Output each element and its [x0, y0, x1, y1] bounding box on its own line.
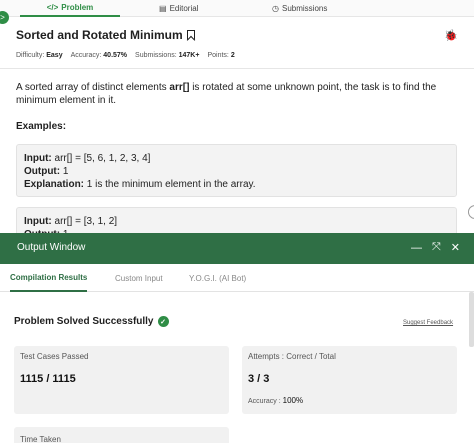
tab-problem-label: Problem	[61, 3, 94, 12]
header-divider	[0, 68, 474, 69]
difficulty-label: Difficulty:	[16, 52, 45, 59]
test-cases-value: 1115 / 1115	[20, 373, 76, 385]
problem-tabs: </> Problem ▤ Editorial ◷ Submissions	[0, 0, 474, 17]
side-toggle-button[interactable]	[468, 205, 474, 219]
accuracy-value: 40.57%	[103, 52, 128, 59]
desc-arr: arr[]	[169, 82, 190, 93]
status-text: Problem Solved Successfully	[14, 316, 154, 327]
points: Points: 2	[207, 52, 234, 59]
minimize-icon[interactable]: —	[411, 242, 422, 254]
code-icon: </>	[46, 3, 59, 12]
attempts-label: Attempts : Correct / Total	[248, 352, 336, 361]
attempts-value: 3 / 3	[248, 373, 270, 385]
problem-title-wrap: Sorted and Rotated Minimum	[16, 28, 195, 42]
document-icon: ▤	[159, 4, 167, 13]
points-label: Points:	[207, 52, 229, 59]
time-taken-label: Time Taken	[20, 435, 61, 443]
input-label: Input:	[24, 153, 52, 164]
suggest-feedback-link[interactable]: Suggest Feedback	[403, 320, 453, 326]
problem-title: Sorted and Rotated Minimum	[16, 28, 183, 42]
accuracy-value: 100%	[282, 396, 304, 405]
example-1: Input: arr[] = [5, 6, 1, 2, 3, 4] Output…	[16, 144, 457, 197]
difficulty-value: Easy	[46, 52, 63, 59]
output-label: Output:	[24, 166, 61, 177]
desc-text-1: A sorted array of distinct elements	[16, 82, 170, 93]
accuracy-row: Accuracy : 100%	[248, 396, 303, 405]
explanation-label: Explanation:	[24, 179, 85, 190]
submissions-label: Submissions:	[135, 52, 177, 59]
output-value: 1	[60, 166, 69, 177]
example-2-input: Input: arr[] = [3, 1, 2]	[24, 215, 449, 228]
input-value: arr[] = [5, 6, 1, 2, 3, 4]	[51, 153, 151, 164]
input-value: arr[] = [3, 1, 2]	[51, 216, 118, 227]
clock-icon: ◷	[272, 4, 279, 13]
tab-problem[interactable]: </> Problem	[20, 0, 120, 17]
tab-custom-input[interactable]: Custom Input	[115, 264, 163, 292]
example-1-explanation: Explanation: 1 is the minimum element in…	[24, 178, 449, 191]
tab-editorial[interactable]: ▤ Editorial	[159, 0, 198, 17]
problem-description: A sorted array of distinct elements arr[…	[16, 81, 462, 107]
close-icon[interactable]: ✕	[451, 241, 460, 254]
difficulty: Difficulty: Easy	[16, 52, 63, 59]
bookmark-icon[interactable]	[186, 30, 195, 40]
tab-submissions-label: Submissions	[281, 4, 328, 13]
output-window-title: Output Window	[17, 242, 86, 253]
accuracy: Accuracy: 40.57%	[71, 52, 127, 59]
output-window-header: Output Window — ⤧ ✕	[0, 233, 474, 264]
window-controls: — ⤧ ✕	[411, 241, 460, 254]
problem-header: Sorted and Rotated Minimum 🐞	[16, 28, 458, 42]
check-circle-icon: ✓	[157, 316, 169, 327]
points-value: 2	[230, 52, 235, 59]
explanation-value: 1 is the minimum element in the array.	[84, 179, 256, 190]
problem-meta: Difficulty: Easy Accuracy: 40.57% Submis…	[16, 52, 243, 59]
tab-editorial-label: Editorial	[169, 4, 199, 13]
submissions-value: 147K+	[178, 52, 200, 59]
submissions: Submissions: 147K+	[135, 52, 199, 59]
tab-compilation-results[interactable]: Compilation Results	[10, 264, 88, 292]
output-tabs: Compilation Results Custom Input Y.O.G.I…	[0, 264, 474, 292]
expand-panel-arrow-icon[interactable]: >	[0, 11, 9, 24]
app-root: </> Problem ▤ Editorial ◷ Submissions > …	[0, 0, 474, 443]
test-cases-card: Test Cases Passed 1115 / 1115	[14, 346, 229, 414]
result-status: Problem Solved Successfully ✓	[14, 316, 169, 327]
test-cases-label: Test Cases Passed	[20, 352, 89, 361]
attempts-card: Attempts : Correct / Total 3 / 3 Accurac…	[242, 346, 457, 414]
accuracy-label: Accuracy :	[248, 398, 281, 405]
accuracy-label: Accuracy:	[70, 52, 102, 59]
output-scrollbar[interactable]	[469, 292, 474, 347]
tab-submissions[interactable]: ◷ Submissions	[272, 0, 327, 17]
bug-report-icon[interactable]: 🐞	[444, 29, 458, 42]
time-taken-card: Time Taken	[14, 427, 229, 443]
examples-heading: Examples:	[16, 121, 67, 132]
input-label: Input:	[24, 216, 52, 227]
expand-icon[interactable]: ⤧	[432, 241, 441, 254]
example-1-input: Input: arr[] = [5, 6, 1, 2, 3, 4]	[24, 152, 449, 165]
example-1-output: Output: 1	[24, 165, 449, 178]
tab-yogi-ai-bot[interactable]: Y.O.G.I. (AI Bot)	[189, 264, 246, 292]
